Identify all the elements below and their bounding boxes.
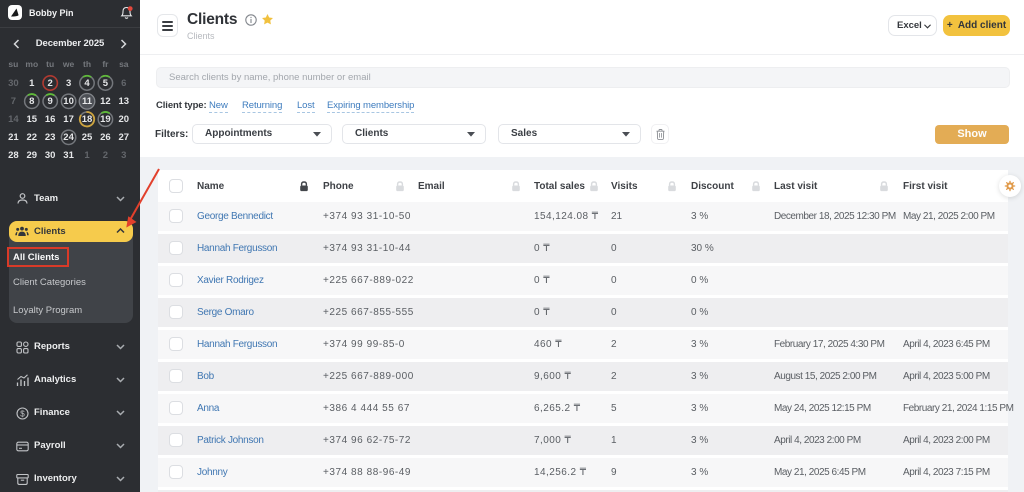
svg-text:$: $	[20, 409, 25, 418]
